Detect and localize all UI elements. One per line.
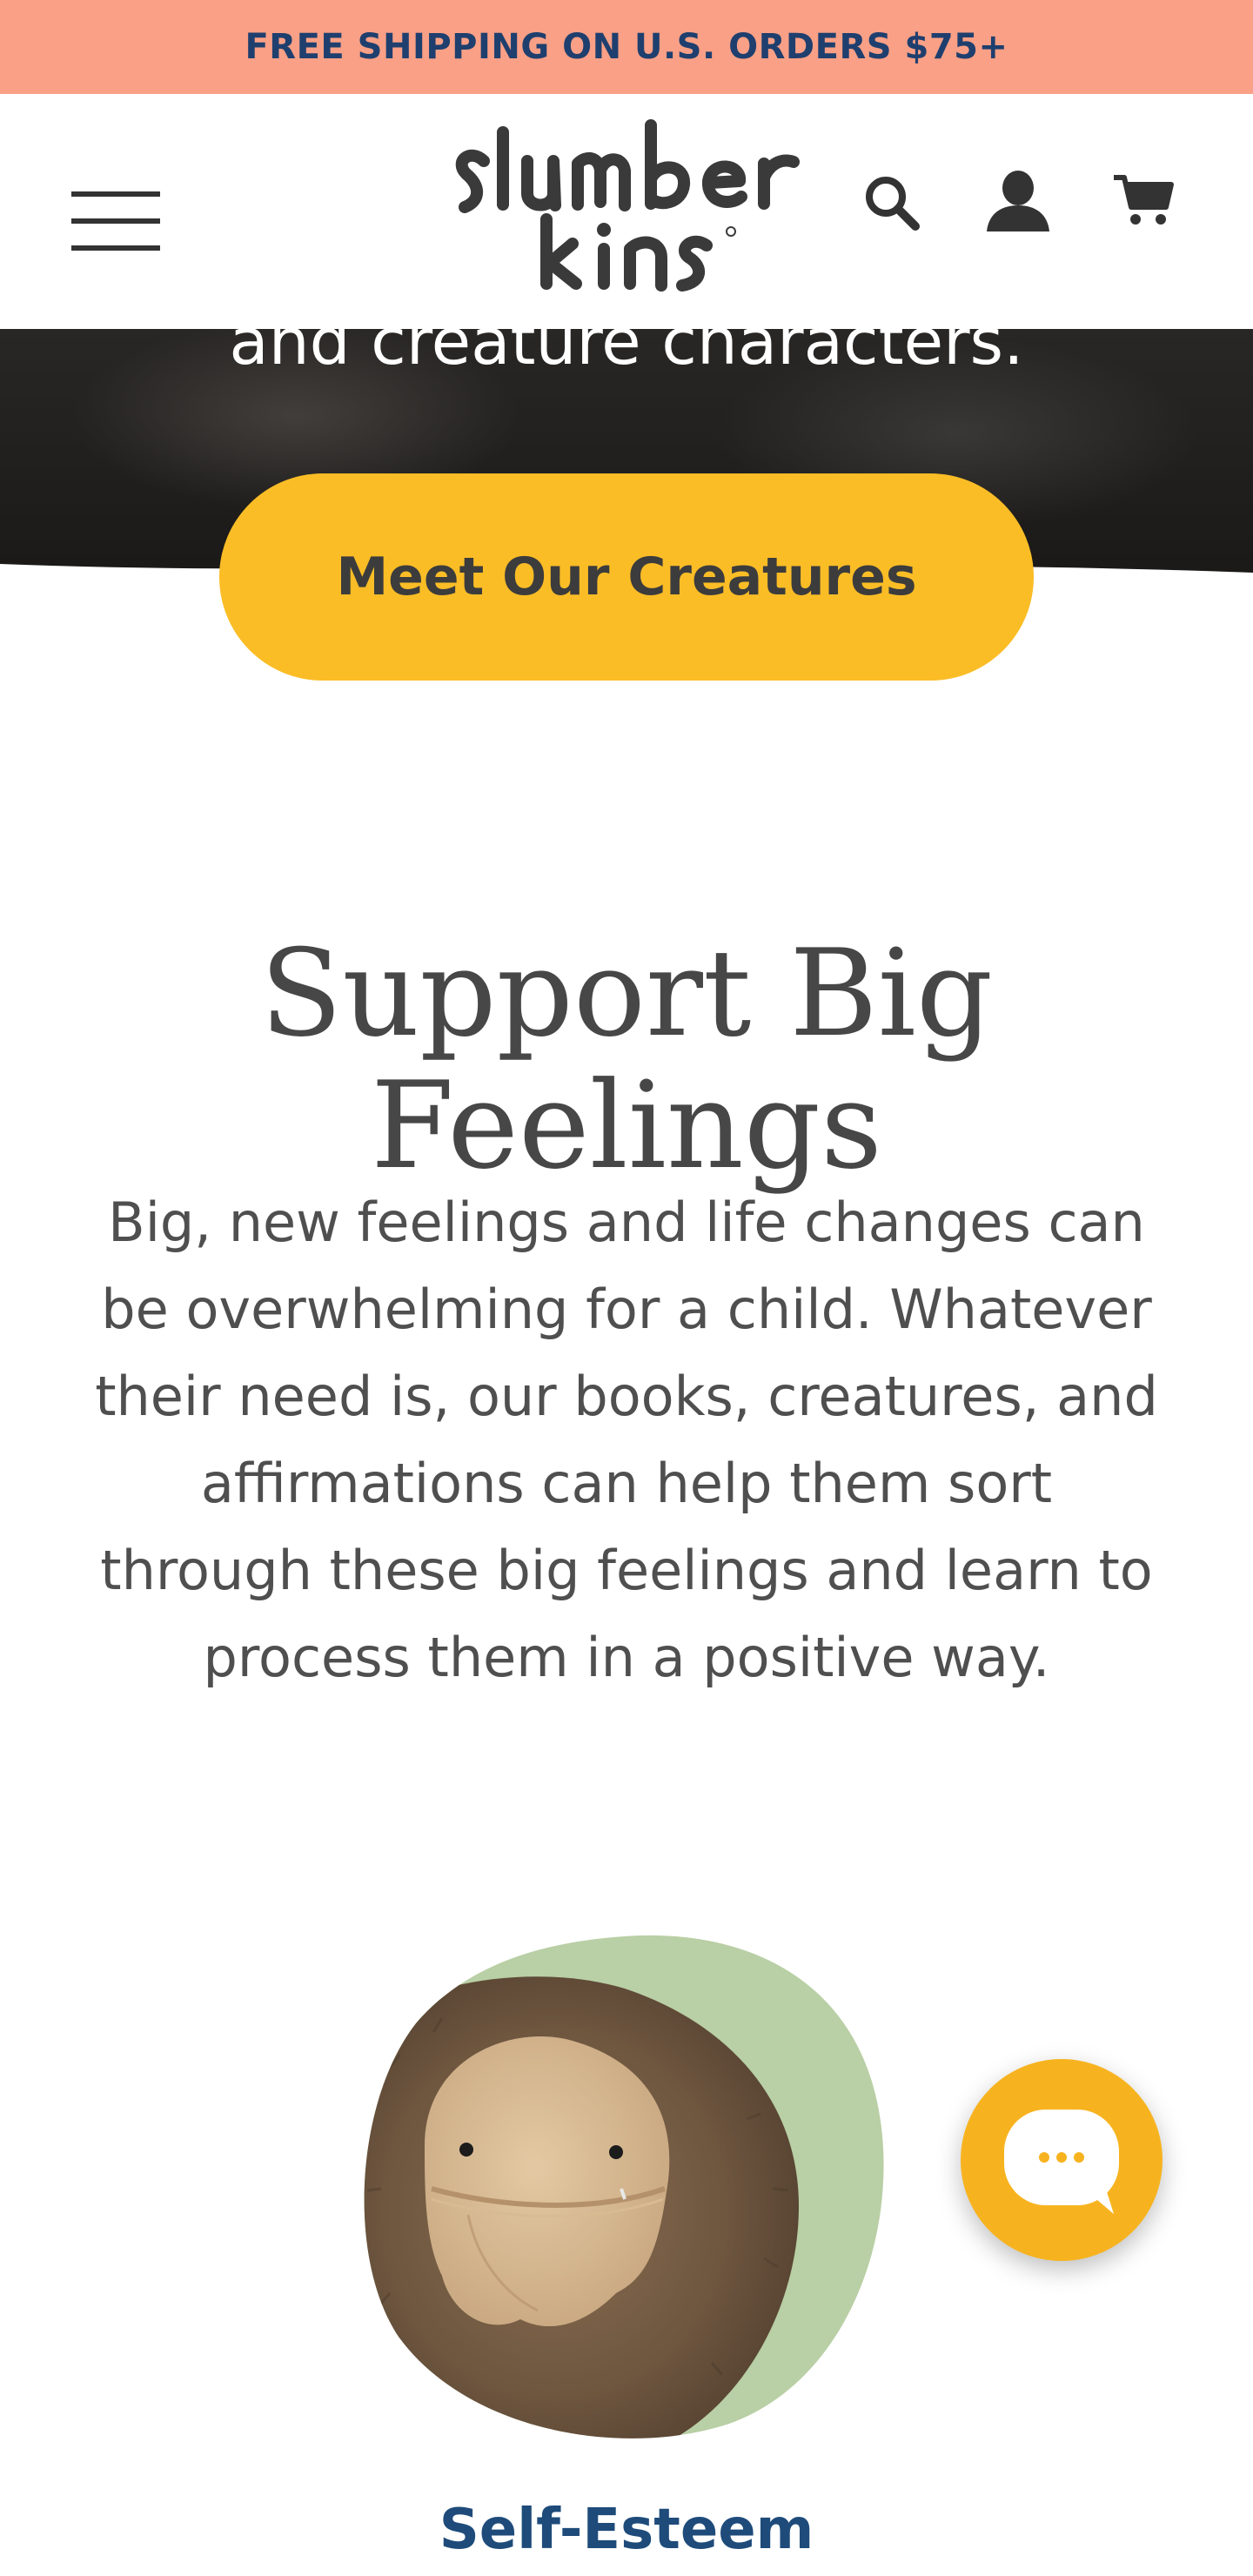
description-line: their need is, our books, creatures, and (95, 1365, 1158, 1428)
meet-our-creatures-button[interactable]: Meet Our Creatures (219, 473, 1034, 681)
chat-widget-button[interactable] (961, 2059, 1163, 2261)
chat-bubble-icon (1004, 2110, 1119, 2214)
description-line: through these big feelings and learn to (100, 1539, 1153, 1602)
self-esteem-link[interactable]: Self-Esteem (0, 2498, 1253, 2562)
announcement-text: FREE SHIPPING ON U.S. ORDERS $75+ (245, 27, 1008, 67)
description-line: affirmations can help them sort (200, 1452, 1053, 1515)
cart-icon[interactable] (1112, 172, 1175, 230)
slumberkins-logo[interactable] (449, 113, 806, 296)
account-icon[interactable] (985, 167, 1051, 233)
description-line: process them in a positive way. (203, 1626, 1050, 1689)
self-esteem-creature-image[interactable] (364, 1928, 889, 2441)
description-line: be overwhelming for a child. Whatever (101, 1278, 1152, 1341)
search-icon[interactable] (861, 172, 922, 233)
description-line: Big, new feelings and life changes can (108, 1191, 1145, 1254)
site-header (0, 94, 1253, 329)
section-title: Support Big Feelings (259, 923, 994, 1196)
section-description: Big, new feelings and life changes can b… (52, 1179, 1201, 1701)
menu-icon[interactable] (71, 191, 160, 251)
announcement-bar: FREE SHIPPING ON U.S. ORDERS $75+ (0, 0, 1253, 94)
cta-label: Meet Our Creatures (336, 547, 917, 607)
